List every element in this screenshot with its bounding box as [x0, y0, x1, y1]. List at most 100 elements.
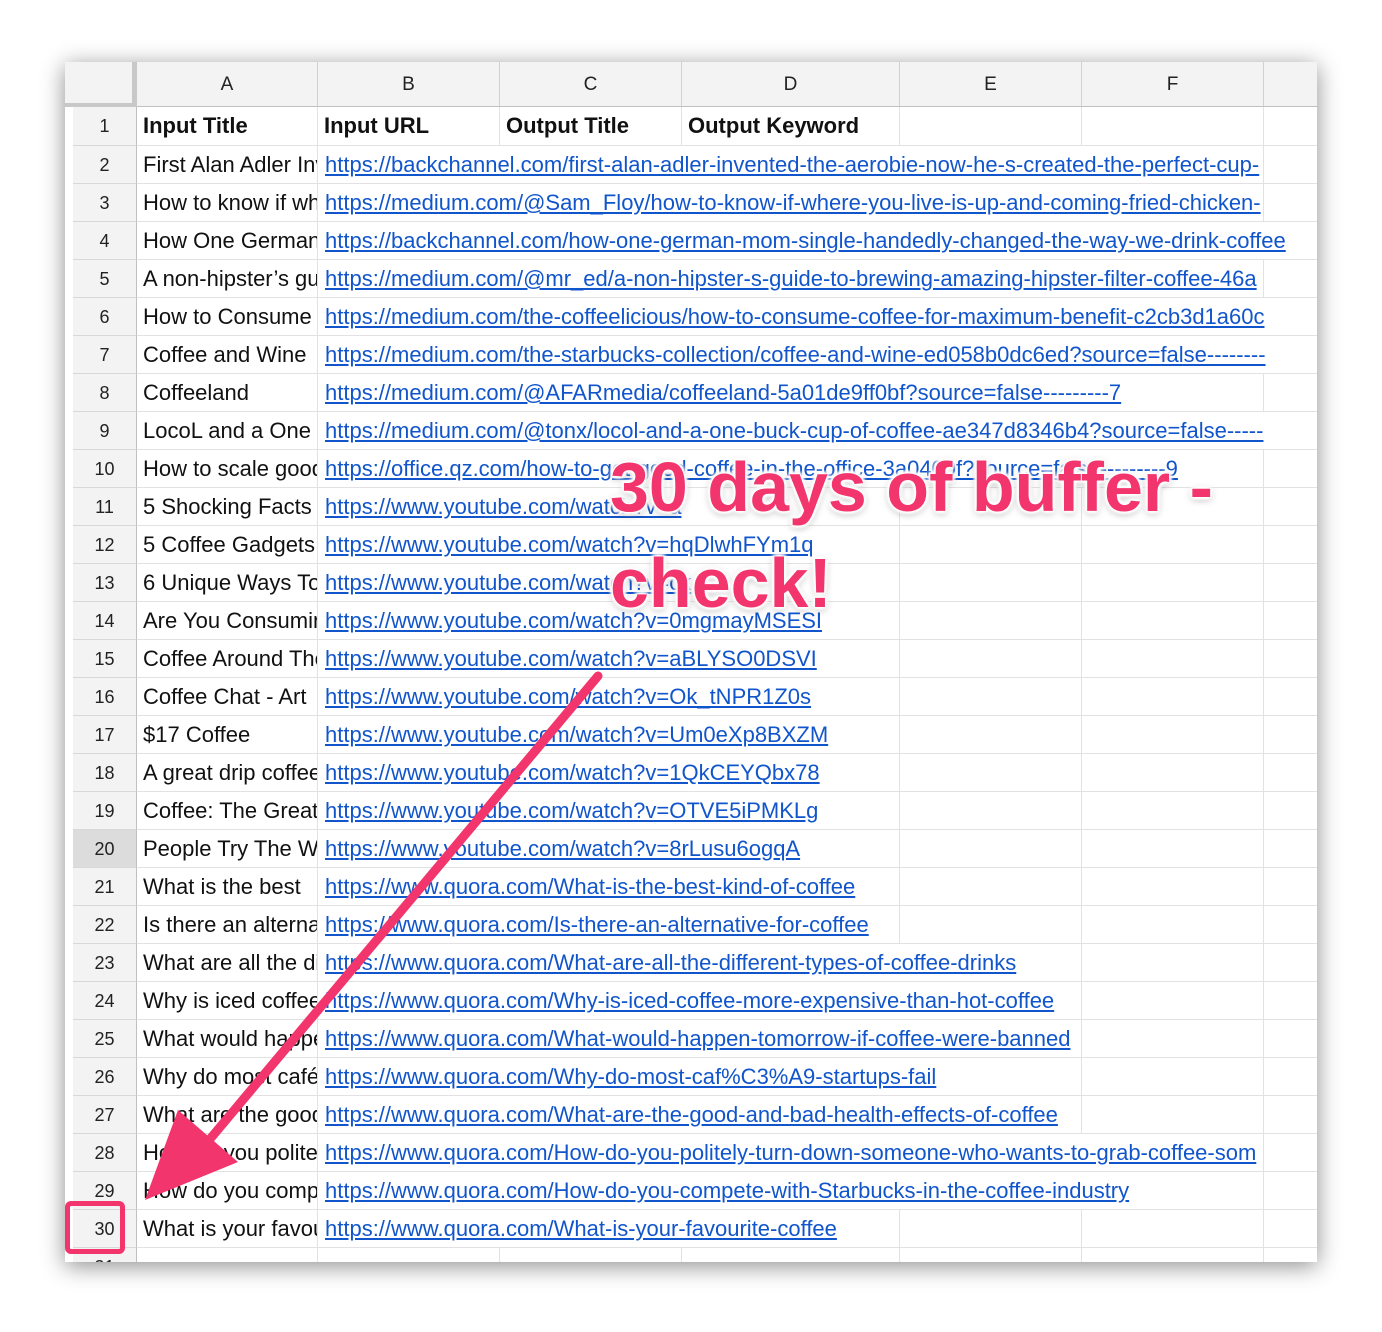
- input-title-cell[interactable]: What would happen: [137, 1020, 318, 1058]
- input-url-link[interactable]: https://www.quora.com/What-would-happen-…: [325, 1020, 1073, 1057]
- input-url-link[interactable]: https://www.quora.com/How-do-you-compete…: [325, 1172, 1132, 1209]
- row-header[interactable]: 14: [73, 602, 137, 640]
- column-header-e[interactable]: E: [900, 62, 1082, 107]
- input-title-cell[interactable]: 6 Unique Ways To: [137, 564, 318, 602]
- cell[interactable]: [1082, 982, 1264, 1020]
- row-header[interactable]: 7: [73, 336, 137, 374]
- row-header[interactable]: 18: [73, 754, 137, 792]
- cell[interactable]: [900, 564, 1082, 602]
- cell[interactable]: [1082, 906, 1264, 944]
- cell[interactable]: [1264, 298, 1317, 336]
- cell[interactable]: [1082, 488, 1264, 526]
- cell[interactable]: [900, 678, 1082, 716]
- input-url-link[interactable]: https://backchannel.com/first-alan-adler…: [325, 146, 1262, 183]
- row-header[interactable]: 19: [73, 792, 137, 830]
- input-url-link[interactable]: https://medium.com/the-starbucks-collect…: [325, 336, 1268, 373]
- input-url-link[interactable]: https://backchannel.com/how-one-german-m…: [325, 222, 1288, 259]
- cell[interactable]: [900, 1210, 1082, 1248]
- cell[interactable]: [1264, 830, 1317, 868]
- cell[interactable]: [900, 830, 1082, 868]
- input-url-link[interactable]: https://www.quora.com/What-are-the-good-…: [325, 1096, 1060, 1133]
- input-title-cell[interactable]: [137, 1248, 318, 1262]
- input-url-link[interactable]: https://www.quora.com/Is-there-an-altern…: [325, 906, 871, 943]
- input-title-cell[interactable]: A non-hipster’s guide: [137, 260, 318, 298]
- cell[interactable]: [1264, 146, 1317, 184]
- input-title-cell[interactable]: Why do most café: [137, 1058, 318, 1096]
- cell[interactable]: [1082, 1248, 1264, 1262]
- cell[interactable]: [1264, 906, 1317, 944]
- cell[interactable]: [1082, 716, 1264, 754]
- row-header[interactable]: 20: [73, 830, 137, 868]
- input-title-cell[interactable]: LocoL and a One: [137, 412, 318, 450]
- row-header[interactable]: 17: [73, 716, 137, 754]
- cell[interactable]: [1264, 526, 1317, 564]
- cell[interactable]: [1264, 450, 1317, 488]
- row-header[interactable]: 21: [73, 868, 137, 906]
- cell[interactable]: [1082, 1096, 1264, 1134]
- cell[interactable]: [1264, 754, 1317, 792]
- input-title-cell[interactable]: Coffee and Wine: [137, 336, 318, 374]
- row-header[interactable]: 5: [73, 260, 137, 298]
- cell[interactable]: [1082, 1058, 1264, 1096]
- input-url-link[interactable]: https://www.youtube.com/watch?v=hqDlwhFY…: [325, 526, 816, 563]
- input-title-cell[interactable]: Coffee Around The: [137, 640, 318, 678]
- cell[interactable]: [1264, 184, 1317, 222]
- cell[interactable]: [1264, 260, 1317, 298]
- input-url-link[interactable]: https://medium.com/@mr_ed/a-non-hipster-…: [325, 260, 1259, 297]
- input-title-cell[interactable]: $17 Coffee: [137, 716, 318, 754]
- input-url-link[interactable]: https://www.youtube.com/watch?v=OTVE5iPM…: [325, 792, 821, 829]
- cell[interactable]: [900, 754, 1082, 792]
- column-header-a[interactable]: A: [137, 62, 318, 107]
- input-title-cell[interactable]: What is your favourite: [137, 1210, 318, 1248]
- row-header[interactable]: 8: [73, 374, 137, 412]
- input-title-cell[interactable]: How do you politely: [137, 1134, 318, 1172]
- input-url-link[interactable]: https://medium.com/the-coffeelicious/how…: [325, 298, 1267, 335]
- row-header[interactable]: 3: [73, 184, 137, 222]
- cell[interactable]: [1264, 640, 1317, 678]
- cell[interactable]: [1264, 1096, 1317, 1134]
- input-title-cell[interactable]: What is the best: [137, 868, 318, 906]
- input-url-link[interactable]: https://www.quora.com/What-are-all-the-d…: [325, 944, 1019, 981]
- input-title-cell[interactable]: First Alan Adler Invented: [137, 146, 318, 184]
- input-url-link[interactable]: https://www.youtube.com/watch?v=8rLusu6o…: [325, 830, 803, 867]
- input-url-link[interactable]: https://medium.com/@Sam_Floy/how-to-know…: [325, 184, 1263, 221]
- input-title-cell[interactable]: People Try The World: [137, 830, 318, 868]
- row-header[interactable]: 30: [73, 1210, 137, 1248]
- column-header-f[interactable]: F: [1082, 62, 1264, 107]
- input-url-link[interactable]: https://medium.com/@tonx/locol-and-a-one…: [325, 412, 1266, 449]
- row-header[interactable]: 2: [73, 146, 137, 184]
- cell[interactable]: [900, 602, 1082, 640]
- cell[interactable]: [900, 716, 1082, 754]
- cell[interactable]: [1264, 374, 1317, 412]
- row-header[interactable]: 9: [73, 412, 137, 450]
- row-header[interactable]: 13: [73, 564, 137, 602]
- cell[interactable]: [1082, 792, 1264, 830]
- input-url-link[interactable]: https://www.quora.com/Why-is-iced-coffee…: [325, 982, 1057, 1019]
- row-header[interactable]: 10: [73, 450, 137, 488]
- cell[interactable]: [1264, 564, 1317, 602]
- column-title-cell[interactable]: [1264, 107, 1317, 146]
- cell[interactable]: [900, 868, 1082, 906]
- cell[interactable]: [1264, 412, 1317, 450]
- cell[interactable]: [1264, 1248, 1317, 1262]
- cell[interactable]: [1082, 526, 1264, 564]
- column-header-g[interactable]: [1264, 62, 1317, 107]
- cell[interactable]: [1264, 1058, 1317, 1096]
- input-url-link[interactable]: https://office.qz.com/how-to-get-good-co…: [325, 450, 1180, 487]
- cell[interactable]: [1264, 336, 1317, 374]
- column-title-cell[interactable]: Input URL: [318, 107, 500, 146]
- input-url-link[interactable]: https://www.youtube.com/watch?v=Ok_tNPR1…: [325, 678, 814, 715]
- cell[interactable]: [682, 488, 900, 526]
- cell[interactable]: [1264, 1172, 1317, 1210]
- input-title-cell[interactable]: How to scale good: [137, 450, 318, 488]
- cell[interactable]: [900, 1248, 1082, 1262]
- cell[interactable]: [1264, 792, 1317, 830]
- cell[interactable]: [500, 1248, 682, 1262]
- cell[interactable]: [1264, 1020, 1317, 1058]
- column-header-c[interactable]: C: [500, 62, 682, 107]
- input-title-cell[interactable]: How do you compete: [137, 1172, 318, 1210]
- cell[interactable]: [900, 640, 1082, 678]
- row-header[interactable]: 27: [73, 1096, 137, 1134]
- input-title-cell[interactable]: What are all the different: [137, 944, 318, 982]
- row-header[interactable]: 24: [73, 982, 137, 1020]
